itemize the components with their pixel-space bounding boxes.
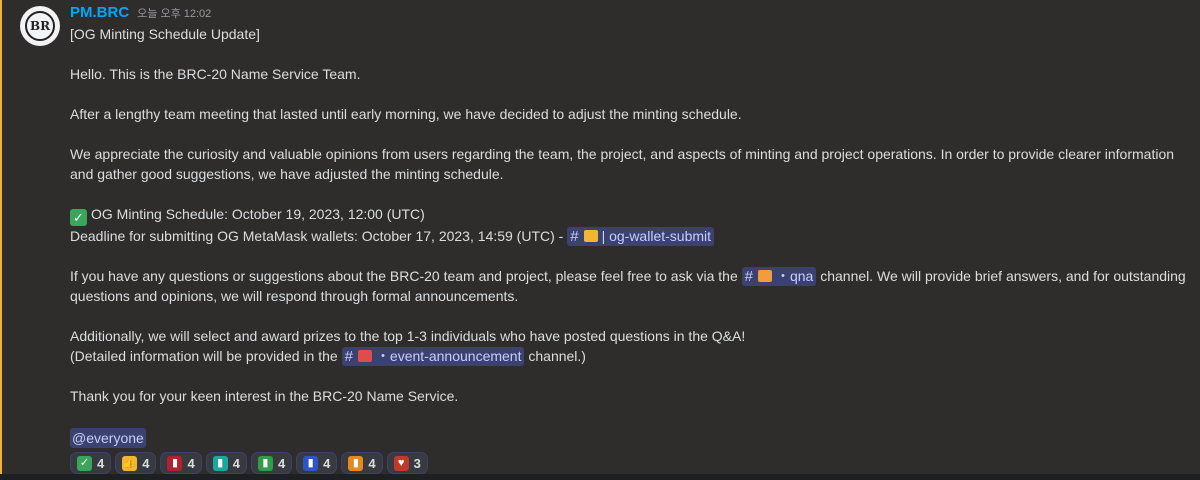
reaction-count: 3 <box>413 455 421 471</box>
channel-mention-og-wallet-submit[interactable]: # | og-wallet-submit <box>567 227 715 246</box>
schedule-text: OG Minting Schedule: October 19, 2023, 1… <box>91 206 425 222</box>
channel-name: | og-wallet-submit <box>601 228 712 244</box>
reaction-button[interactable]: ▮ 4 <box>341 452 383 474</box>
hash-icon: # <box>570 228 579 245</box>
custom-teal-emoji-icon: ▮ <box>212 455 228 471</box>
message-content: PM.BRC 오늘 오후 12:02 [OG Minting Schedule … <box>70 4 1190 474</box>
custom-red-emoji-icon: ▮ <box>167 455 183 471</box>
questions-text-continued: channel. We will provide brief answers, … <box>820 268 1186 284</box>
reaction-count: 4 <box>142 455 150 471</box>
mention-highlight-bar <box>0 0 2 480</box>
message-header: PM.BRC 오늘 오후 12:02 <box>70 4 1190 24</box>
reaction-button[interactable]: ✓ 4 <box>70 452 112 474</box>
message-text: and gather good suggestions, we have adj… <box>70 166 504 182</box>
reaction-button[interactable]: ▮ 4 <box>250 452 293 474</box>
reaction-count: 4 <box>277 455 286 471</box>
reaction-count: 4 <box>97 455 105 471</box>
username[interactable]: PM.BRC <box>70 4 129 21</box>
bottom-divider <box>0 474 1200 480</box>
check-mark-icon: ✓ <box>70 209 87 226</box>
questions-line: If you have any questions or suggestions… <box>70 266 1190 286</box>
reaction-count: 4 <box>187 455 195 471</box>
schedule-line: ✓ OG Minting Schedule: October 19, 2023, … <box>70 204 1190 226</box>
message-text: Hello. This is the BRC-20 Name Service T… <box>70 66 361 82</box>
timestamp[interactable]: 오늘 오후 12:02 <box>137 5 211 21</box>
reaction-count: 4 <box>232 455 240 471</box>
message-text: After a lengthy team meeting that lasted… <box>70 106 742 122</box>
thumbs-up-icon: 👍 <box>122 455 138 471</box>
reactions-bar: ✓ 4 👍 4 ▮ 4 ▮ 4 ▮ 4 ▮ 4 ▮ 4 ♥ 3 <box>70 452 1190 474</box>
avatar-logo: BR <box>25 11 55 41</box>
raising-hand-icon <box>757 270 772 282</box>
reaction-button[interactable]: ▮ 4 <box>160 452 202 474</box>
message-title: [OG Minting Schedule Update] <box>70 26 260 42</box>
custom-orange-emoji-icon: ▮ <box>348 455 364 471</box>
message-text: We appreciate the curiosity and valuable… <box>70 146 1175 162</box>
channel-mention-event-announcement[interactable]: # ・event-announcement <box>341 347 525 366</box>
questions-text: If you have any questions or suggestions… <box>70 268 738 284</box>
deadline-text: Deadline for submitting OG MetaMask wall… <box>70 228 564 244</box>
detailed-text-continued: channel.) <box>528 348 586 364</box>
reaction-button[interactable]: ▮ 4 <box>296 452 338 474</box>
deadline-line: Deadline for submitting OG MetaMask wall… <box>70 226 1190 246</box>
avatar[interactable]: BR <box>20 6 60 46</box>
reaction-count: 4 <box>323 455 331 471</box>
megaphone-icon <box>357 350 372 362</box>
hash-icon: # <box>344 348 353 365</box>
check-mark-icon: ✓ <box>77 455 92 471</box>
reaction-button[interactable]: 👍 4 <box>115 452 157 474</box>
channel-name: ・event-announcement <box>375 348 522 364</box>
reaction-count: 4 <box>368 455 376 471</box>
message-text: Additionally, we will select and award p… <box>70 328 746 344</box>
hash-icon: # <box>744 268 753 285</box>
channel-name: ・qna <box>775 268 814 284</box>
detailed-line: (Detailed information will be provided i… <box>70 346 1190 366</box>
custom-green-emoji-icon: ▮ <box>257 455 273 471</box>
ticket-icon <box>583 230 598 242</box>
everyone-mention[interactable]: @everyone <box>70 428 146 448</box>
detailed-text: (Detailed information will be provided i… <box>70 348 338 364</box>
message-text: questions and opinions, we will respond … <box>70 288 519 304</box>
heart-eyes-icon: ♥ <box>393 455 409 471</box>
channel-mention-qna[interactable]: # ・qna <box>741 267 817 286</box>
message-container: BR PM.BRC 오늘 오후 12:02 [OG Minting Schedu… <box>0 0 1200 480</box>
message-text: Thank you for your keen interest in the … <box>70 388 459 404</box>
reaction-button[interactable]: ▮ 4 <box>205 452 247 474</box>
custom-blue-emoji-icon: ▮ <box>303 455 319 471</box>
reaction-button[interactable]: ♥ 3 <box>386 452 428 474</box>
